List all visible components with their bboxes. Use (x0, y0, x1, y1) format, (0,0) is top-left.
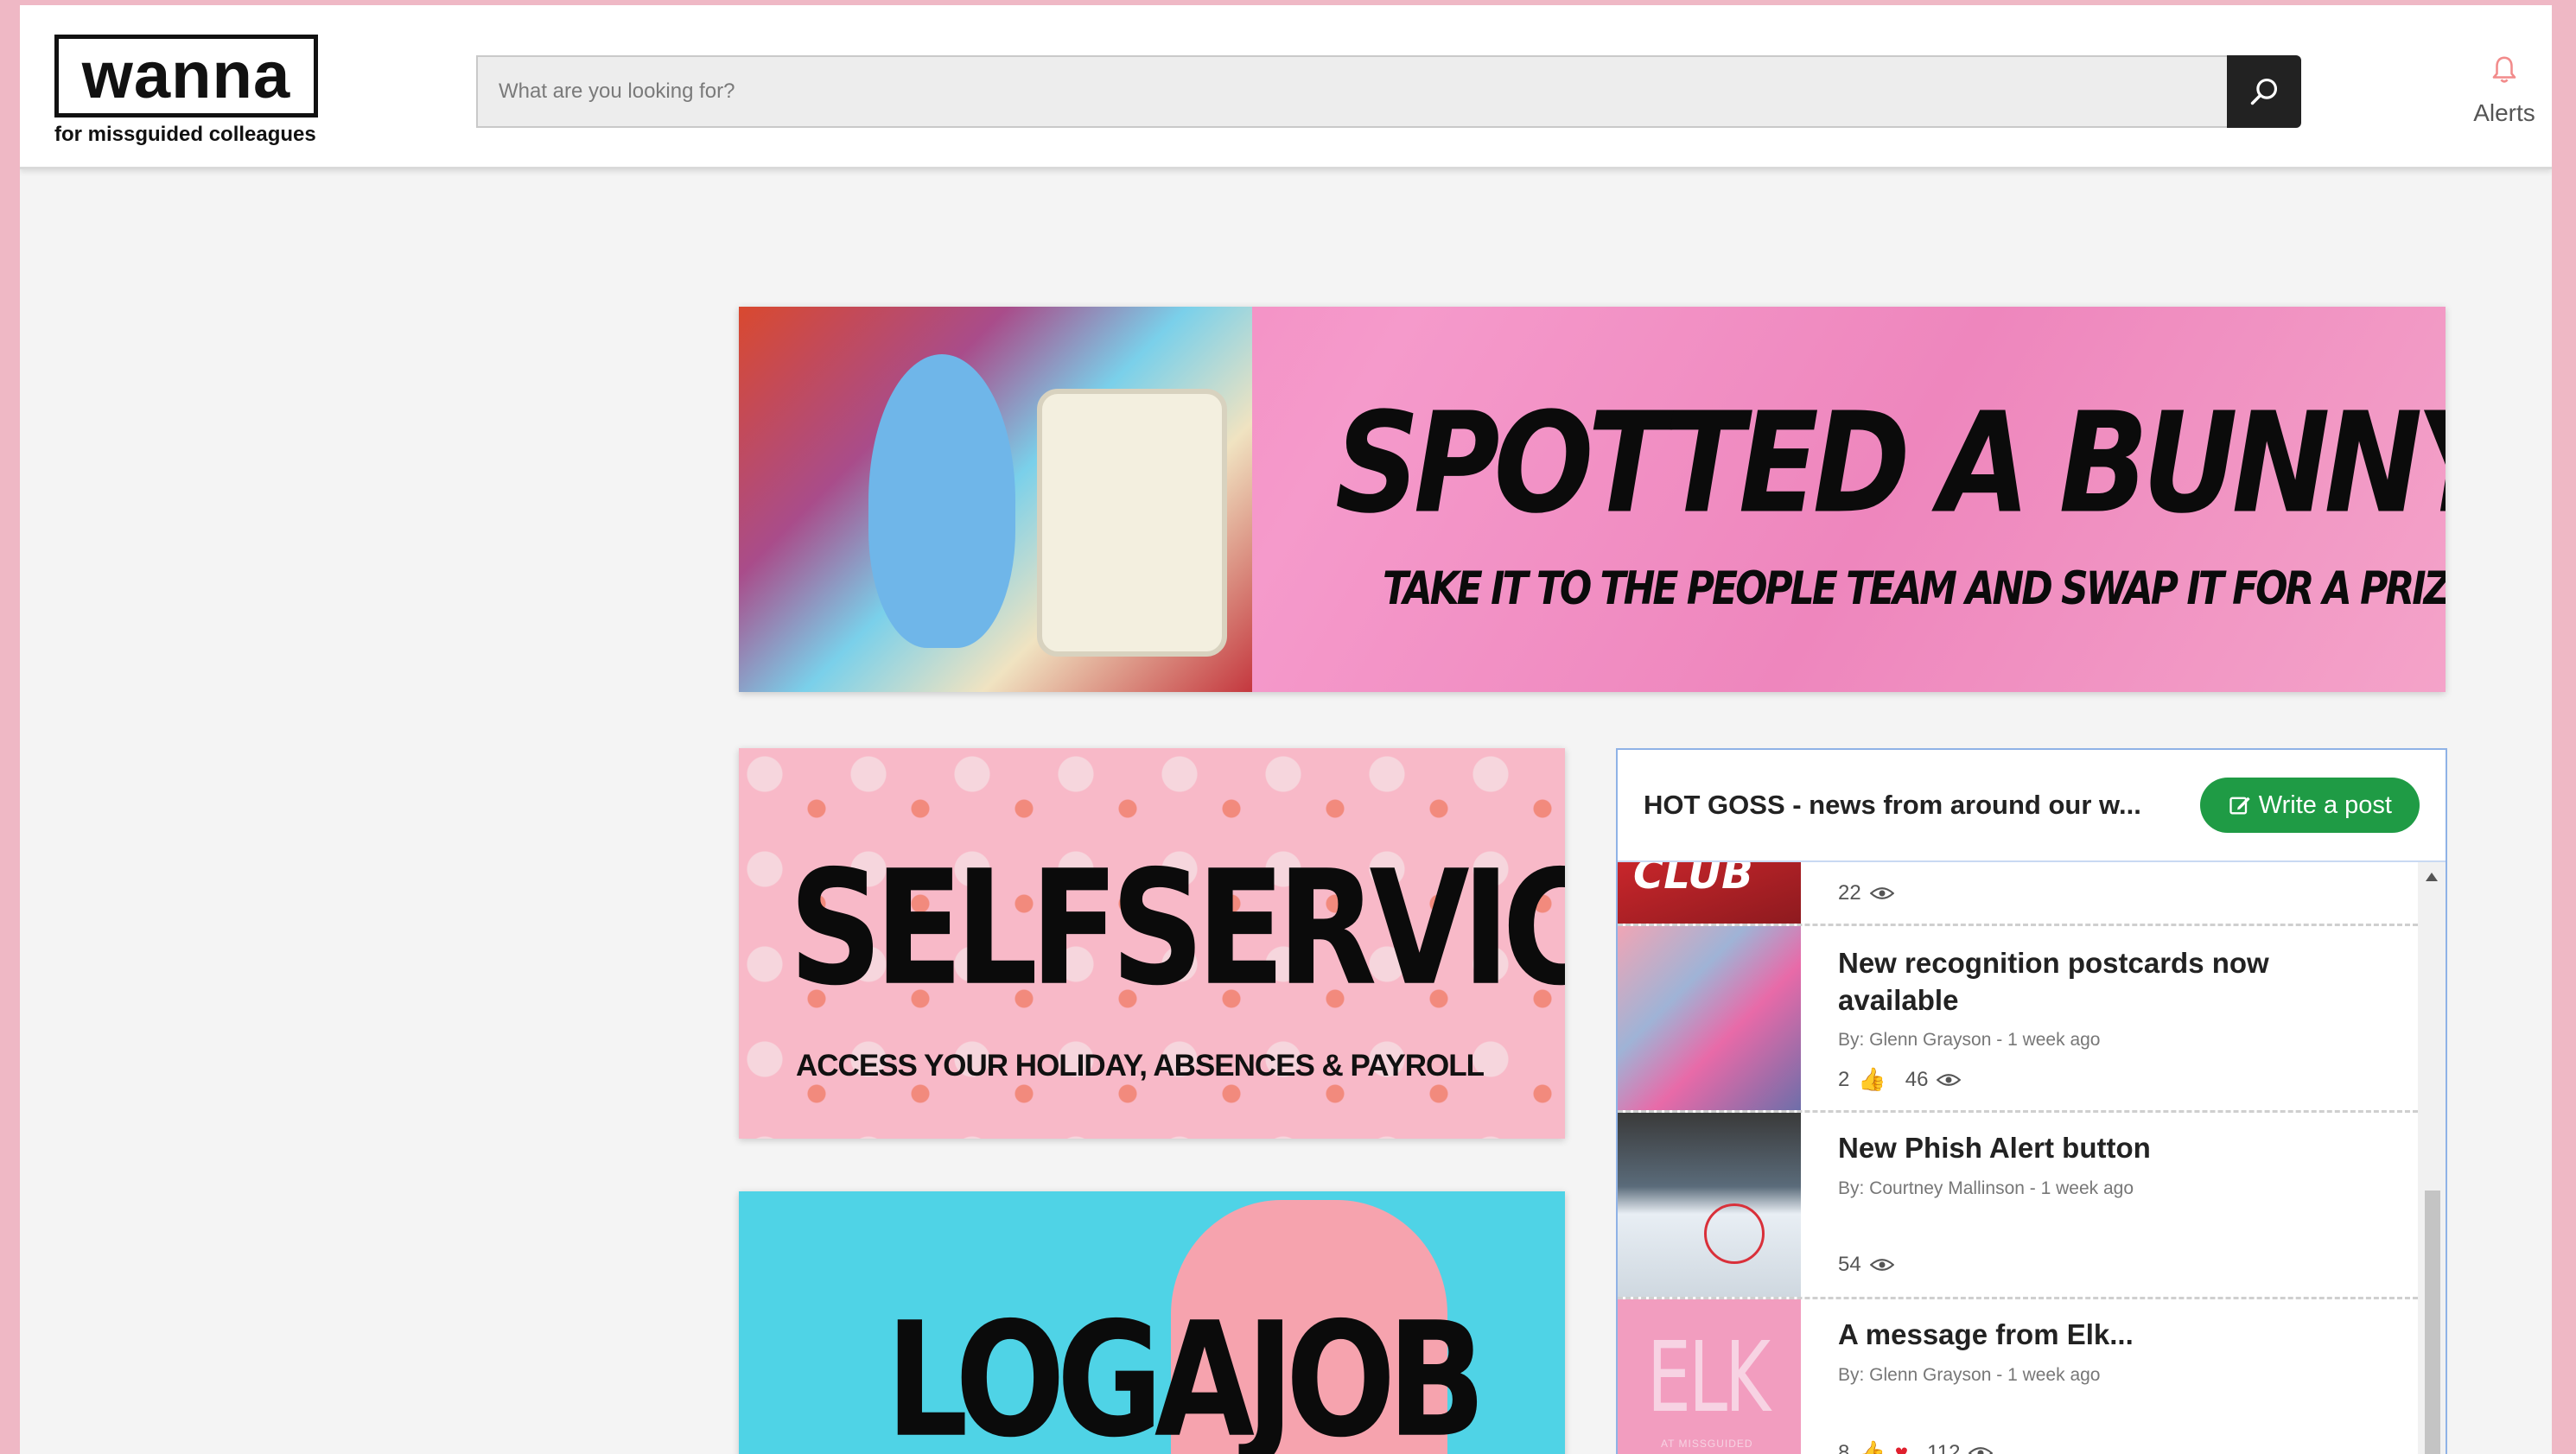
feed-item-byline: By: Glenn Grayson - 1 week ago (1838, 1365, 2101, 1385)
logo-tagline: for missguided colleagues (54, 123, 316, 146)
feed-item-title: A message from Elk... (1838, 1318, 2134, 1350)
view-count: 46 (1905, 1067, 1929, 1091)
thumbs-up-icon[interactable]: 👍 (1858, 1439, 1886, 1454)
feed-item-byline: By: Courtney Mallinson - 1 week ago (1838, 1178, 2134, 1198)
feed-thumb-phish (1618, 1113, 1801, 1297)
club-thumb-text: CLUB (1633, 862, 1753, 898)
feed-item-club[interactable]: CLUB 22 (1618, 862, 2418, 926)
bell-icon (2492, 56, 2516, 83)
hot-goss-feed: HOT GOSS - news from around our w... Wri… (1616, 748, 2447, 1454)
feed-scrollbar[interactable] (2418, 862, 2446, 1454)
alerts-label: Alerts (2473, 99, 2535, 126)
eye-icon (1969, 1446, 1994, 1454)
edit-icon (2229, 797, 2250, 815)
like-count: 8 (1838, 1440, 1850, 1454)
logo-wordmark: wanna (54, 35, 318, 117)
feed-thumb-postcards (1618, 926, 1801, 1110)
app-window: wanna for missguided colleagues Alerts (20, 5, 2552, 1454)
easter-treats-photo (739, 307, 1252, 692)
write-post-label: Write a post (2258, 790, 2392, 819)
feed-item-stats: 22 (1838, 881, 1894, 905)
feed-thumb-elk: ELK AT MISSGUIDED (1618, 1299, 1801, 1454)
feed-item-byline: By: Glenn Grayson - 1 week ago (1838, 1030, 2101, 1050)
spotted-a-bunny-banner[interactable]: SPOTTED A BUNNY? TAKE IT TO THE PEOPLE T… (739, 307, 2446, 692)
thumbs-up-icon[interactable]: 👍 (1858, 1066, 1886, 1093)
selfservice-banner[interactable]: SELFSERVICE ACCESS YOUR HOLIDAY, ABSENCE… (739, 748, 1565, 1139)
eye-icon (1869, 887, 1894, 899)
feed-item-title: New Phish Alert button (1838, 1132, 2151, 1164)
logajob-banner[interactable]: LOGAJOB (739, 1191, 1565, 1454)
selfservice-title: SELFSERVICE (789, 837, 1565, 1021)
elk-thumb-text: ELK (1647, 1322, 1771, 1434)
phish-circle (1704, 1203, 1765, 1264)
feed-title: HOT GOSS - news from around our w... (1644, 790, 2141, 820)
eye-icon (1937, 1073, 1962, 1086)
search-icon (2250, 78, 2278, 105)
feed-item-title: New recognition postcards now available (1838, 947, 2269, 1016)
view-count: 112 (1927, 1440, 1961, 1454)
scrollbar-thumb[interactable] (2425, 1191, 2440, 1454)
scroll-up-arrow-icon[interactable] (2426, 873, 2438, 881)
search-button[interactable] (2227, 55, 2301, 128)
feed-list: CLUB 22 New recognition postcards now av… (1618, 862, 2418, 1454)
candle-jar (1037, 389, 1227, 657)
elk-thumb-subtext: AT MISSGUIDED (1661, 1438, 1753, 1450)
bunny-banner-subtitle: TAKE IT TO THE PEOPLE TEAM AND SWAP IT F… (1383, 562, 2446, 616)
like-count: 2 (1838, 1067, 1850, 1091)
search-input[interactable] (476, 55, 2227, 128)
feed-item-recognition-postcards[interactable]: New recognition postcards now available … (1618, 926, 2418, 1113)
feed-item-stats: 2 👍 46 (1838, 1066, 1962, 1093)
feed-item-stats: 8 👍 ♥ 112 (1838, 1439, 1994, 1454)
heart-icon[interactable]: ♥ (1895, 1439, 1908, 1454)
top-header: wanna for missguided colleagues Alerts (20, 5, 2552, 169)
feed-item-stats: 54 (1838, 1253, 1894, 1277)
selfservice-subtitle: ACCESS YOUR HOLIDAY, ABSENCES & PAYROLL (796, 1049, 1485, 1083)
wanna-logo[interactable]: wanna for missguided colleagues (54, 35, 318, 147)
feed-item-phish-alert[interactable]: New Phish Alert button By: Courtney Mall… (1618, 1113, 2418, 1299)
feed-thumb-club: CLUB (1618, 862, 1801, 924)
blue-bunny-figure (868, 354, 1015, 648)
view-count: 22 (1838, 881, 1861, 905)
feed-header: HOT GOSS - news from around our w... Wri… (1618, 750, 2446, 862)
search-bar (476, 55, 2301, 128)
alerts-button[interactable]: Alerts (2457, 54, 2552, 127)
logajob-title: LOGAJOB (886, 1289, 1486, 1454)
view-count: 54 (1838, 1253, 1861, 1276)
eye-icon (1869, 1259, 1894, 1271)
bunny-banner-title: SPOTTED A BUNNY? (1335, 384, 2446, 545)
feed-item-elk-message[interactable]: ELK AT MISSGUIDED A message from Elk... … (1618, 1299, 2418, 1454)
write-post-button[interactable]: Write a post (2199, 778, 2420, 833)
